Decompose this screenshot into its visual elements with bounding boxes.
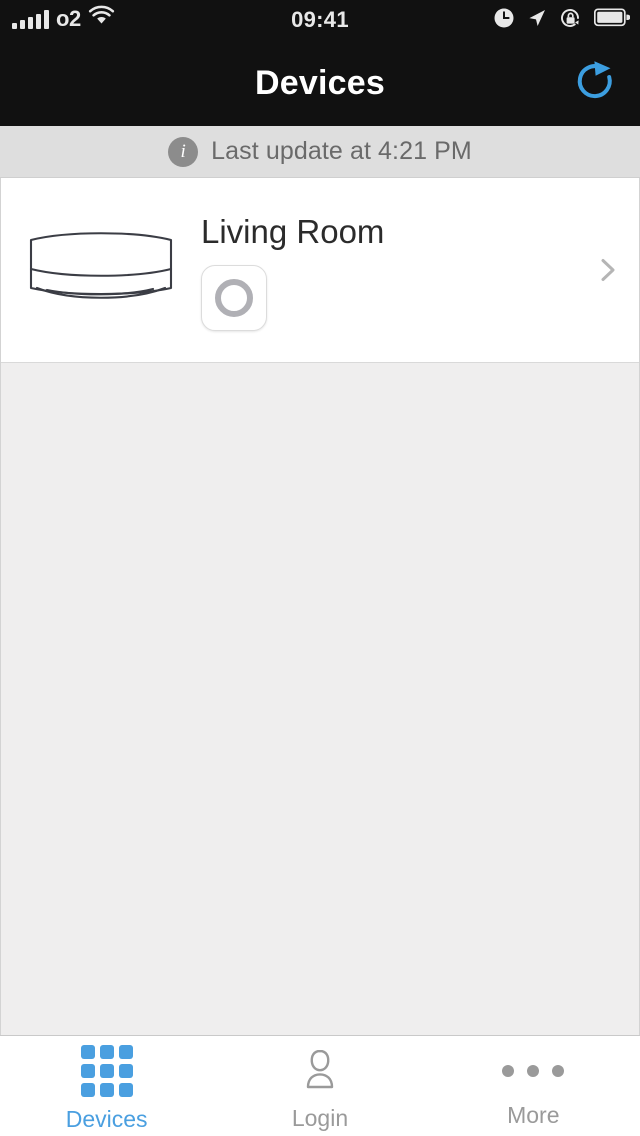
alarm-clock-icon	[493, 7, 515, 34]
refresh-icon	[574, 58, 618, 109]
ellipsis-icon	[502, 1049, 565, 1093]
status-bar: o2 09:41	[0, 0, 640, 40]
device-info: Living Room	[201, 209, 639, 331]
status-bar-right	[493, 0, 631, 40]
tab-login-label: Login	[291, 1104, 349, 1131]
page-title: Devices	[255, 63, 385, 102]
info-icon: i	[168, 136, 199, 167]
device-list: Living Room	[0, 178, 640, 1035]
person-icon	[298, 1047, 342, 1096]
power-ring-icon	[215, 279, 253, 317]
last-update-text: Last update at 4:21 PM	[211, 137, 472, 165]
air-conditioner-icon	[27, 226, 175, 315]
navigation-bar: Devices	[0, 40, 640, 126]
device-list-item[interactable]: Living Room	[1, 178, 639, 363]
tab-devices-label: Devices	[65, 1106, 148, 1132]
tab-more[interactable]: More	[427, 1036, 640, 1136]
last-update-banner: i Last update at 4:21 PM	[0, 126, 640, 178]
refresh-button[interactable]	[568, 55, 624, 111]
device-thumbnail	[1, 178, 201, 363]
tab-bar: Devices Login More	[0, 1035, 640, 1136]
location-arrow-icon	[526, 7, 548, 34]
app-screen: o2 09:41 Devices i Last update at 4:21 P…	[0, 0, 640, 1136]
chevron-right-icon[interactable]	[595, 257, 621, 283]
battery-full-icon	[593, 8, 631, 32]
rotation-lock-icon	[559, 7, 583, 34]
tab-devices[interactable]: Devices	[0, 1036, 213, 1136]
grid-icon	[80, 1045, 133, 1097]
device-power-button[interactable]	[201, 265, 267, 331]
device-name: Living Room	[201, 213, 385, 250]
tab-more-label: More	[507, 1102, 560, 1128]
tab-login[interactable]: Login	[213, 1036, 426, 1136]
